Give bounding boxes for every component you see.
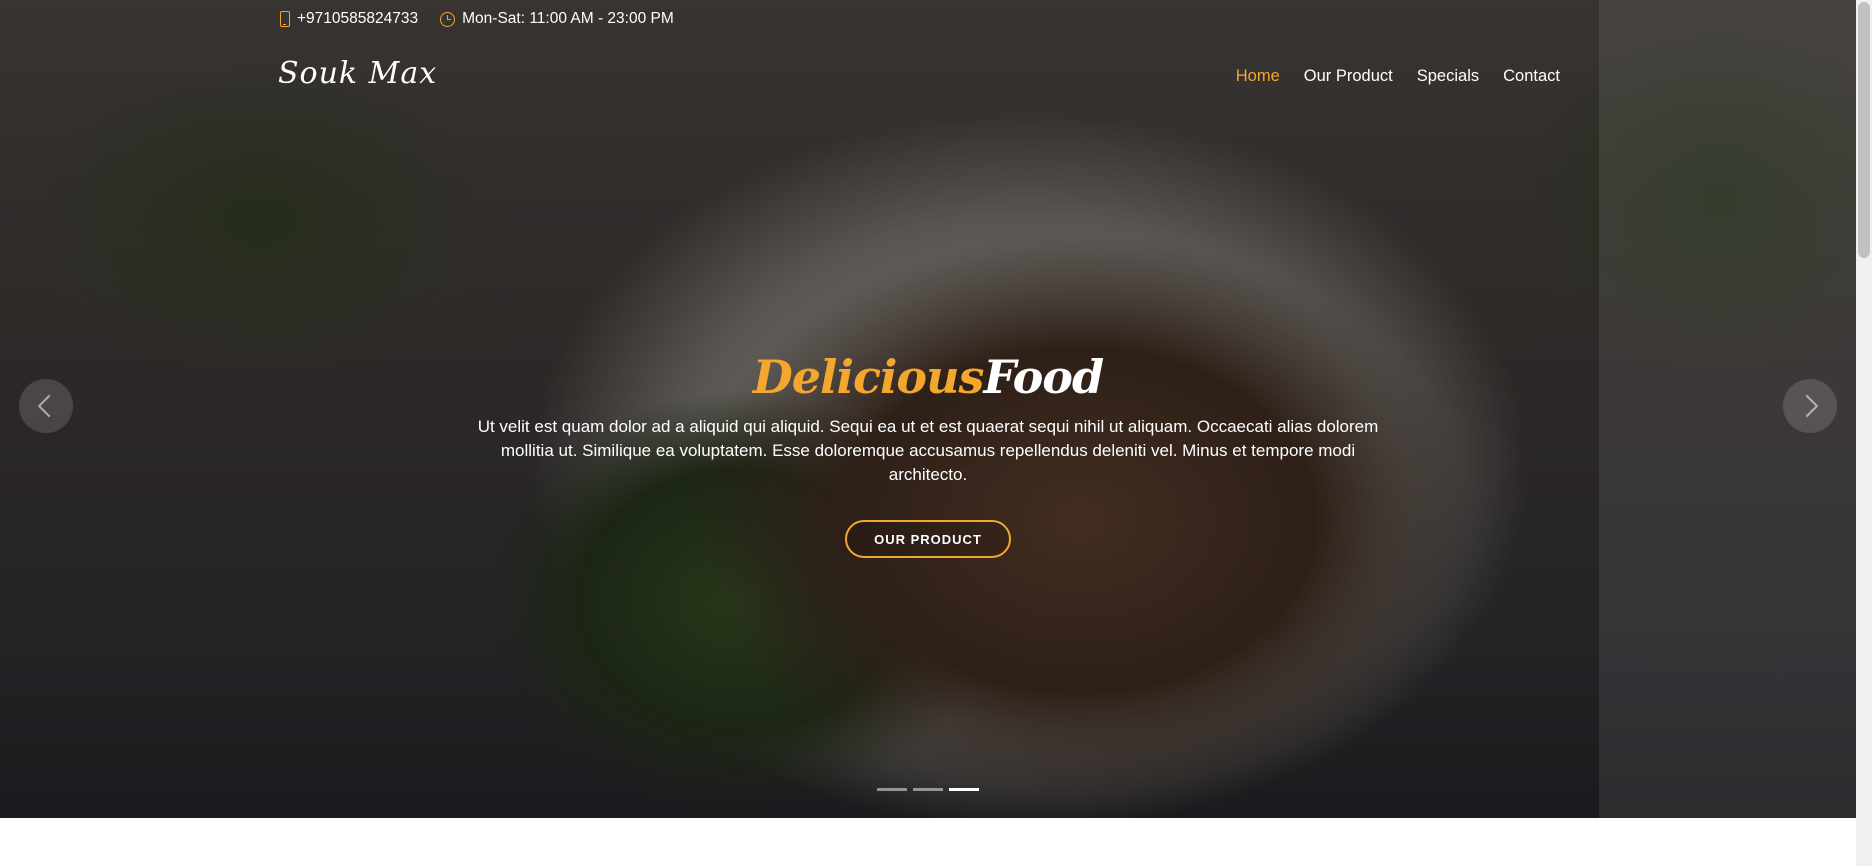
opening-hours: Mon-Sat: 11:00 AM - 23:00 PM xyxy=(462,10,674,27)
page: +9710585824733 Mon-Sat: 11:00 AM - 23:00… xyxy=(0,0,1856,866)
nav-specials[interactable]: Specials xyxy=(1417,67,1479,86)
carousel-indicators xyxy=(877,788,979,791)
main-nav: Home Our Product Specials Contact xyxy=(1236,67,1560,86)
carousel-indicator-3[interactable] xyxy=(949,788,979,791)
topbar-phone[interactable]: +9710585824733 xyxy=(280,10,418,28)
hero-carousel: +9710585824733 Mon-Sat: 11:00 AM - 23:00… xyxy=(0,0,1856,818)
phone-icon xyxy=(280,11,290,27)
carousel-indicator-1[interactable] xyxy=(877,788,907,791)
hero-description: Ut velit est quam dolor ad a aliquid qui… xyxy=(477,417,1379,484)
hero-title-plain: Food xyxy=(983,350,1104,404)
hero-title-accent: Delicious xyxy=(752,350,985,404)
hero-title: DeliciousFood xyxy=(0,350,1856,404)
page-scrollbar[interactable] xyxy=(1856,0,1872,866)
carousel-next-button[interactable] xyxy=(1783,379,1837,433)
chevron-right-icon xyxy=(1795,394,1819,418)
site-logo[interactable]: Souk Max xyxy=(278,56,437,91)
our-product-button[interactable]: OUR PRODUCT xyxy=(845,520,1011,558)
carousel-indicator-2[interactable] xyxy=(913,788,943,791)
scrollbar-thumb[interactable] xyxy=(1858,2,1870,258)
nav-contact[interactable]: Contact xyxy=(1503,67,1560,86)
nav-our-product[interactable]: Our Product xyxy=(1304,67,1393,86)
topbar-hours: Mon-Sat: 11:00 AM - 23:00 PM xyxy=(440,10,674,28)
hero-overlay xyxy=(0,0,1856,818)
nav-home[interactable]: Home xyxy=(1236,67,1280,86)
chevron-left-icon xyxy=(37,394,61,418)
clock-icon xyxy=(440,11,456,27)
topbar: +9710585824733 Mon-Sat: 11:00 AM - 23:00… xyxy=(280,8,674,30)
phone-number: +9710585824733 xyxy=(297,10,419,27)
carousel-prev-button[interactable] xyxy=(19,379,73,433)
